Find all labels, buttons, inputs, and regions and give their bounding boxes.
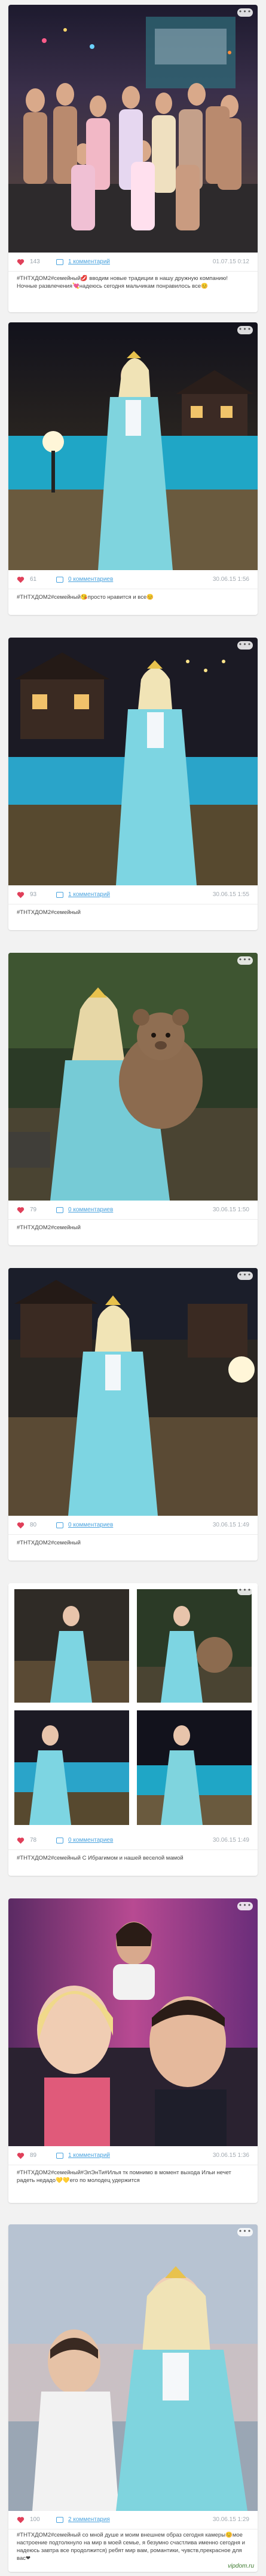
- comment-icon[interactable]: [56, 1207, 63, 1213]
- heart-icon[interactable]: [17, 2152, 25, 2159]
- divider: [8, 1534, 258, 1535]
- more-options-icon[interactable]: •••: [237, 2228, 253, 2236]
- collage-tile: [137, 1710, 252, 1825]
- like-count: 100: [30, 2516, 40, 2523]
- post-caption: #ТНТХДОМ2#семейный: [17, 1224, 81, 1231]
- post-card: ••• 93 1 комментарий 30.06.15 1:55 #ТНТХ…: [8, 638, 258, 930]
- comments-link[interactable]: 0 комментариев: [68, 1204, 113, 1217]
- post-card: ••• 80 0 комментариев 30.06.15 1:49 #ТНТ…: [8, 1268, 258, 1561]
- comment-icon[interactable]: [56, 892, 63, 898]
- post-card: ••• 89 1 комментарий 30.06.15 1:36 #ТНТХ…: [8, 1898, 258, 2203]
- night-photo-image: [8, 638, 258, 885]
- heart-icon[interactable]: [17, 891, 25, 898]
- more-options-icon[interactable]: •••: [237, 956, 253, 965]
- post-card: ••• 143 1 комментарий 01.07.15 0:12 #ТНТ…: [8, 5, 258, 312]
- more-options-icon[interactable]: •••: [237, 1272, 253, 1280]
- post-photo[interactable]: •••: [8, 322, 258, 570]
- more-options-icon[interactable]: •••: [237, 1902, 253, 1910]
- more-options-icon[interactable]: •••: [237, 8, 253, 17]
- post-card: ••• 61 0 комментариев 30.06.15 1:56 #ТНТ…: [8, 322, 258, 615]
- heart-icon[interactable]: [17, 2516, 25, 2523]
- post-caption: #ТНТХДОМ2#семейный С Ибрагимом и нашей в…: [17, 1855, 184, 1861]
- post-photo[interactable]: •••: [8, 638, 258, 885]
- post-caption: #ТНТХДОМ2#семейный💋 вводим новые традици…: [17, 275, 228, 290]
- post-card: ••• 79 0 комментариев 30.06.15 1:50 #ТНТ…: [8, 953, 258, 1245]
- site-watermark: vipdom.ru: [228, 2563, 254, 2569]
- comments-link[interactable]: 1 комментарий: [68, 2149, 110, 2162]
- post-photo[interactable]: •••: [8, 1898, 258, 2146]
- heart-icon[interactable]: [17, 1522, 25, 1529]
- heart-icon[interactable]: [17, 1207, 25, 1214]
- post-photo[interactable]: •••: [8, 2224, 258, 2511]
- post-date: 30.06.15 1:49: [212, 1837, 249, 1843]
- post-meta: 79 0 комментариев 30.06.15 1:50: [8, 1204, 258, 1217]
- divider: [8, 1219, 258, 1220]
- more-options-icon[interactable]: •••: [237, 1587, 253, 1595]
- comment-icon[interactable]: [56, 1522, 63, 1528]
- comments-link[interactable]: 0 комментариев: [68, 1519, 113, 1532]
- post-meta: 93 1 комментарий 30.06.15 1:55: [8, 888, 258, 901]
- post-date: 30.06.15 1:29: [212, 2516, 249, 2523]
- post-photo[interactable]: •••: [8, 953, 258, 1201]
- more-options-icon[interactable]: •••: [237, 641, 253, 650]
- heart-icon[interactable]: [17, 258, 25, 266]
- comments-link[interactable]: 1 комментарий: [68, 256, 110, 269]
- post-date: 30.06.15 1:50: [212, 1207, 249, 1213]
- like-count: 143: [30, 258, 40, 265]
- comments-link[interactable]: 0 комментариев: [68, 573, 113, 586]
- couple-photo-image: [8, 2224, 258, 2511]
- heart-icon[interactable]: [17, 1837, 25, 1844]
- comment-icon[interactable]: [56, 259, 63, 265]
- post-meta: 80 0 комментариев 30.06.15 1:49: [8, 1519, 258, 1532]
- collage-tile: [14, 1710, 129, 1825]
- post-date: 30.06.15 1:56: [212, 576, 249, 583]
- like-count: 80: [30, 1522, 37, 1528]
- pool-photo-image: [8, 322, 258, 570]
- collage-tile: [137, 1589, 252, 1703]
- comments-link[interactable]: 1 комментарий: [68, 888, 110, 901]
- post-caption: #ТНТХДОМ2#семейный😘просто нравится и все…: [17, 594, 154, 601]
- post-photo[interactable]: •••: [8, 5, 258, 253]
- divider: [8, 1849, 258, 1850]
- post-meta: 89 1 комментарий 30.06.15 1:36: [8, 2149, 258, 2162]
- like-count: 79: [30, 1207, 37, 1213]
- post-caption: #ТНТХДОМ2#семейный#ЭлЭнТи#Илья тк помним…: [17, 2169, 231, 2184]
- divider: [8, 271, 258, 272]
- comment-icon[interactable]: [56, 1838, 63, 1843]
- post-meta: 143 1 комментарий 01.07.15 0:12: [8, 256, 258, 269]
- teddy-photo-image: [8, 953, 258, 1201]
- post-date: 30.06.15 1:49: [212, 1522, 249, 1528]
- post-photo[interactable]: •••: [8, 1268, 258, 1516]
- heart-icon[interactable]: [17, 576, 25, 583]
- post-date: 30.06.15 1:55: [212, 891, 249, 898]
- like-count: 78: [30, 1837, 37, 1843]
- collage-image: [8, 1583, 258, 1831]
- group-photo-image: [8, 5, 258, 253]
- more-options-icon[interactable]: •••: [237, 326, 253, 334]
- comment-icon[interactable]: [56, 2153, 63, 2159]
- like-count: 61: [30, 576, 37, 583]
- post-caption: #ТНТХДОМ2#семейный со мной душе и моим в…: [17, 2532, 245, 2562]
- post-meta: 78 0 комментариев 30.06.15 1:49: [8, 1834, 258, 1847]
- selfie-photo-image: [8, 1898, 258, 2146]
- post-date: 01.07.15 0:12: [212, 258, 249, 265]
- post-card: ••• 100 2 комментария 30.06.15 1:29 #ТНТ…: [8, 2224, 258, 2572]
- comment-icon[interactable]: [56, 2517, 63, 2523]
- post-card: ••• 78 0 комментариев 30.06.15 1:49 #ТНТ…: [8, 1583, 258, 1876]
- comments-link[interactable]: 2 комментария: [68, 2513, 110, 2526]
- post-photo[interactable]: •••: [8, 1583, 258, 1831]
- post-meta: 100 2 комментария 30.06.15 1:29: [8, 2513, 258, 2526]
- collage-tile: [14, 1589, 129, 1703]
- post-caption: #ТНТХДОМ2#семейный: [17, 909, 81, 916]
- crown-photo-image: [8, 1268, 258, 1516]
- post-date: 30.06.15 1:36: [212, 2152, 249, 2159]
- comments-link[interactable]: 0 комментариев: [68, 1834, 113, 1847]
- like-count: 89: [30, 2152, 37, 2159]
- like-count: 93: [30, 891, 37, 898]
- comment-icon[interactable]: [56, 577, 63, 583]
- post-caption: #ТНТХДОМ2#семейный: [17, 1540, 81, 1546]
- post-meta: 61 0 комментариев 30.06.15 1:56: [8, 573, 258, 586]
